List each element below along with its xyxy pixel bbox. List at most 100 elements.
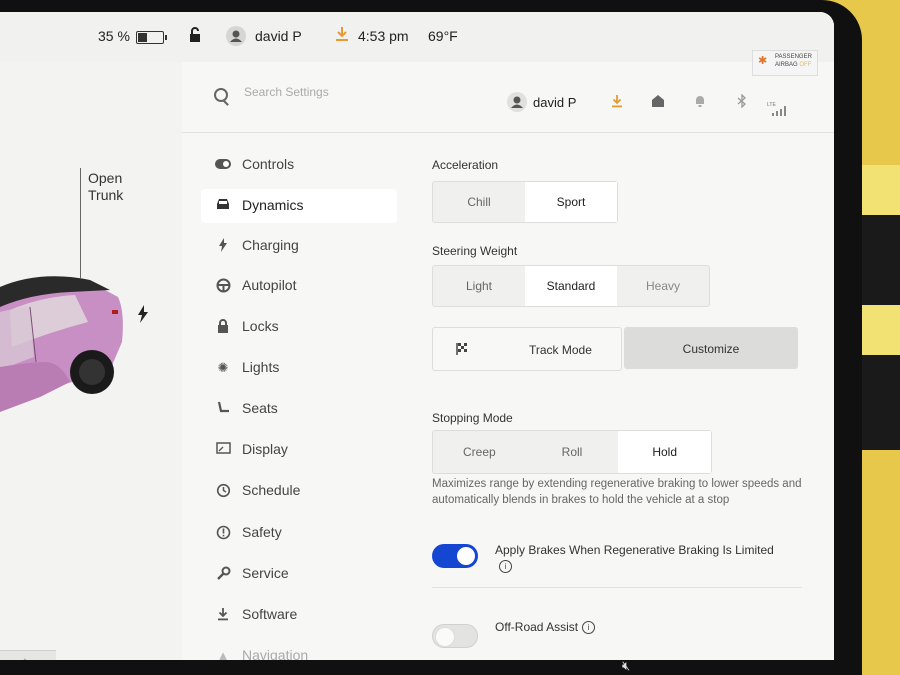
airbag-off-text: OFF [799, 62, 812, 68]
battery-percent: 35 % [98, 28, 130, 44]
customize-button[interactable]: Customize [624, 327, 798, 369]
stopping-option-creep[interactable]: Creep [433, 431, 526, 473]
toggle-icon [215, 157, 231, 173]
customize-label: Customize [682, 342, 740, 356]
acceleration-selector: Chill Sport [432, 181, 618, 223]
download-icon [215, 607, 231, 623]
divider [432, 587, 802, 588]
toggle-knob [457, 547, 475, 565]
acceleration-option-chill[interactable]: Chill [433, 182, 525, 222]
seat-icon [215, 401, 231, 417]
nav-item-safety[interactable]: Safety [201, 516, 397, 550]
download-icon[interactable] [609, 94, 625, 110]
header-user-name[interactable]: david P [533, 95, 576, 110]
off-road-assist-label: Off-Road Assist [495, 620, 579, 634]
nav-label: Navigation [242, 647, 309, 660]
clock-time: 4:53 pm [358, 28, 409, 44]
nav-item-navigation[interactable]: ▲ Navigation [201, 639, 397, 660]
bell-icon[interactable] [692, 94, 708, 110]
nav-label: Autopilot [242, 277, 297, 293]
track-mode-button[interactable]: Track Mode [432, 327, 622, 371]
off-road-assist-toggle[interactable] [432, 624, 478, 648]
nav-item-seats[interactable]: Seats [201, 392, 397, 426]
nav-label: Schedule [242, 482, 301, 498]
bluetooth-icon[interactable] [734, 93, 750, 110]
settings-panel: david P LTE Controls [182, 62, 834, 660]
profile-icon[interactable] [226, 26, 246, 49]
outside-temperature: 69°F [428, 28, 458, 44]
car-model-image [0, 276, 123, 412]
car-icon [215, 198, 231, 214]
steering-option-standard[interactable]: Standard [525, 266, 617, 306]
nav-label: Safety [242, 524, 282, 540]
touchscreen: 35 % david P 4:53 pm 69°F Open Trunk Sea… [0, 12, 834, 660]
nav-item-charging[interactable]: Charging [201, 229, 397, 263]
checkered-flag-icon [456, 343, 467, 355]
lock-icon[interactable] [188, 27, 202, 46]
sun-icon: ✺ [217, 360, 229, 375]
background-slot [862, 305, 900, 355]
status-user-name[interactable]: david P [255, 28, 302, 44]
clock-icon [215, 483, 231, 499]
steering-weight-title: Steering Weight [432, 244, 518, 258]
nav-item-schedule[interactable]: Schedule [201, 474, 397, 508]
garage-icon[interactable] [650, 94, 666, 110]
stopping-option-hold[interactable]: Hold [618, 431, 712, 473]
nav-label: Display [242, 441, 288, 457]
bolt-icon [215, 238, 231, 254]
airbag-icon: ✱ [758, 55, 768, 67]
nav-label: Controls [242, 156, 295, 172]
off-road-row: Off-Road Assist i [495, 619, 596, 635]
airbag-text: AIRBAG [775, 62, 798, 68]
lock-icon [215, 319, 231, 335]
wrench-icon [215, 566, 231, 582]
apply-brakes-label: Apply Brakes When Regenerative Braking I… [495, 543, 774, 557]
status-bar: 35 % david P 4:53 pm 69°F [0, 12, 834, 62]
search-icon [214, 88, 228, 102]
steering-weight-selector: Light Standard Heavy [432, 265, 710, 307]
apply-brakes-toggle[interactable] [432, 544, 478, 568]
bottom-dock-strip: 🔇︎ [0, 658, 862, 675]
display-icon [215, 442, 231, 458]
mute-icon[interactable]: 🔇︎ [622, 658, 630, 674]
nav-item-autopilot[interactable]: Autopilot [201, 269, 397, 303]
nav-item-software[interactable]: Software [201, 598, 397, 632]
nav-label: Dynamics [242, 197, 304, 213]
nav-item-lights[interactable]: ✺ Lights [201, 351, 397, 385]
open-trunk-button[interactable]: Open Trunk [88, 170, 148, 204]
nav-item-locks[interactable]: Locks [201, 310, 397, 344]
acceleration-title: Acceleration [432, 158, 499, 172]
stopping-mode-title: Stopping Mode [432, 411, 513, 425]
nav-label: Software [242, 606, 298, 622]
stopping-mode-description: Maximizes range by extending regenerativ… [432, 478, 802, 506]
right-mount [862, 165, 900, 450]
car-visualization-panel: Open Trunk ↑ [0, 62, 182, 660]
info-icon[interactable]: i [582, 621, 596, 635]
steering-option-light[interactable]: Light [433, 266, 525, 306]
stopping-option-roll[interactable]: Roll [526, 431, 619, 473]
settings-header: david P LTE [182, 62, 834, 133]
info-icon[interactable]: i [499, 560, 512, 574]
nav-item-controls[interactable]: Controls [201, 148, 397, 182]
steering-wheel-icon [215, 278, 231, 294]
battery-icon [136, 31, 167, 44]
search-input[interactable] [242, 84, 446, 100]
nav-item-service[interactable]: Service [201, 557, 397, 591]
nav-label: Lights [242, 359, 280, 375]
background-slot [862, 165, 900, 215]
track-mode-label: Track Mode [529, 343, 592, 357]
toggle-knob [435, 627, 455, 647]
acceleration-option-sport[interactable]: Sport [525, 182, 617, 222]
steering-option-heavy[interactable]: Heavy [617, 266, 709, 306]
stopping-mode-selector: Creep Roll Hold [432, 430, 712, 474]
nav-item-display[interactable]: Display [201, 433, 397, 467]
nav-item-dynamics[interactable]: Dynamics [201, 189, 397, 223]
charge-bolt-icon [138, 305, 148, 323]
profile-icon[interactable] [507, 92, 527, 117]
passenger-airbag-indicator: ✱ PASSENGER AIRBAG OFF [752, 50, 818, 76]
alert-icon [215, 525, 231, 541]
bottom-left-tray: ↑ [0, 650, 56, 660]
nav-label: Charging [242, 237, 299, 253]
download-icon[interactable] [335, 26, 349, 45]
navigation-icon: ▲ [216, 648, 230, 660]
